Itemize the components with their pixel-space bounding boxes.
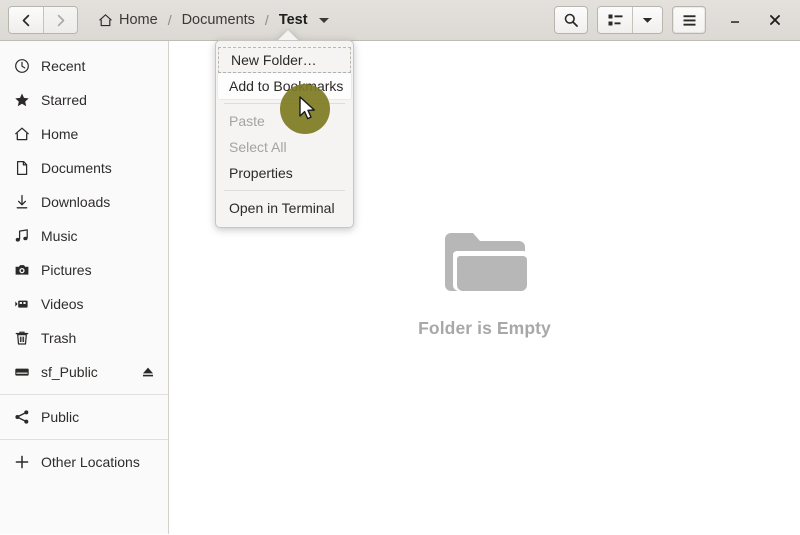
breadcrumb-dropdown-caret-icon[interactable] bbox=[318, 17, 329, 23]
drive-icon bbox=[13, 364, 30, 381]
context-menu-body: New Folder… Add to Bookmarks Paste Selec… bbox=[215, 40, 354, 228]
header-right-group bbox=[554, 6, 792, 34]
search-button[interactable] bbox=[554, 6, 588, 34]
minimize-button[interactable] bbox=[718, 6, 752, 34]
home-icon bbox=[13, 126, 30, 143]
breadcrumb-separator: / bbox=[264, 12, 269, 28]
view-button-group bbox=[597, 6, 663, 34]
sidebar-item-public[interactable]: Public bbox=[0, 400, 168, 434]
download-icon bbox=[13, 194, 30, 211]
sidebar-item-music[interactable]: Music bbox=[0, 219, 168, 253]
navigation-button-group bbox=[8, 6, 78, 34]
sidebar-item-recent[interactable]: Recent bbox=[0, 49, 168, 83]
forward-button[interactable] bbox=[43, 7, 77, 33]
sidebar-item-label: Recent bbox=[41, 58, 86, 74]
sidebar-item-trash[interactable]: Trash bbox=[0, 321, 168, 355]
breadcrumb-label: Documents bbox=[181, 12, 255, 28]
eject-icon[interactable] bbox=[140, 364, 156, 380]
menu-item-paste[interactable]: Paste bbox=[216, 108, 353, 134]
folder-icon bbox=[444, 233, 527, 291]
sidebar-item-label: Pictures bbox=[41, 262, 92, 278]
sidebar-item-downloads[interactable]: Downloads bbox=[0, 185, 168, 219]
popup-arrow bbox=[278, 30, 298, 40]
window-body: Recent Starred Home Documents Downloads … bbox=[0, 29, 800, 535]
share-icon bbox=[13, 409, 30, 426]
header-bar: Home / Documents / Test bbox=[0, 0, 800, 41]
sidebar-item-label: Public bbox=[41, 409, 80, 425]
menu-item-open-in-terminal[interactable]: Open in Terminal bbox=[216, 195, 353, 221]
sidebar-item-home[interactable]: Home bbox=[0, 117, 168, 151]
file-manager-window: Home / Documents / Test Recent Starred H… bbox=[0, 0, 800, 535]
breadcrumb-item-home[interactable]: Home bbox=[94, 9, 162, 31]
list-view-icon bbox=[608, 14, 622, 25]
home-icon bbox=[99, 13, 112, 26]
hamburger-menu-icon bbox=[683, 14, 695, 26]
empty-folder-placeholder: Folder is Empty bbox=[418, 229, 551, 339]
trash-icon bbox=[13, 330, 30, 347]
back-button[interactable] bbox=[9, 7, 43, 33]
music-icon bbox=[13, 228, 30, 245]
sidebar-item-label: Documents bbox=[41, 160, 112, 176]
sidebar-item-sf_public[interactable]: sf_Public bbox=[0, 355, 168, 389]
close-button[interactable] bbox=[758, 6, 792, 34]
main-menu-button[interactable] bbox=[672, 6, 706, 34]
sidebar-item-pictures[interactable]: Pictures bbox=[0, 253, 168, 287]
document-icon bbox=[13, 160, 30, 177]
breadcrumb: Home / Documents / Test bbox=[94, 9, 329, 31]
search-icon bbox=[564, 13, 578, 27]
breadcrumb-separator: / bbox=[167, 12, 172, 28]
close-icon bbox=[770, 15, 780, 25]
view-mode-button[interactable] bbox=[598, 7, 632, 33]
sidebar-item-label: sf_Public bbox=[41, 364, 98, 380]
sidebar-item-documents[interactable]: Documents bbox=[0, 151, 168, 185]
menu-separator bbox=[224, 190, 345, 191]
empty-folder-label: Folder is Empty bbox=[418, 318, 551, 338]
sidebar-item-videos[interactable]: Videos bbox=[0, 287, 168, 321]
breadcrumb-label: Test bbox=[278, 12, 308, 28]
star-icon bbox=[13, 92, 30, 109]
sidebar-item-label: Trash bbox=[41, 330, 77, 346]
camera-icon bbox=[13, 262, 30, 279]
chevron-down-icon bbox=[642, 17, 653, 23]
clock-icon bbox=[13, 58, 30, 75]
sidebar-item-starred[interactable]: Starred bbox=[0, 83, 168, 117]
menu-item-properties[interactable]: Properties bbox=[216, 160, 353, 186]
view-menu-button[interactable] bbox=[632, 7, 662, 33]
sidebar-item-label: Videos bbox=[41, 296, 84, 312]
minimize-icon bbox=[731, 21, 739, 23]
chevron-left-icon bbox=[22, 14, 29, 26]
menu-item-add-to-bookmarks[interactable]: Add to Bookmarks bbox=[218, 73, 351, 99]
sidebar: Recent Starred Home Documents Downloads … bbox=[0, 41, 169, 535]
sidebar-separator bbox=[0, 394, 168, 395]
breadcrumb-item-test[interactable]: Test bbox=[275, 9, 312, 31]
sidebar-separator bbox=[0, 439, 168, 440]
breadcrumb-label: Home bbox=[119, 12, 158, 28]
menu-item-new-folder[interactable]: New Folder… bbox=[218, 47, 351, 73]
menu-separator bbox=[224, 103, 345, 104]
sidebar-item-label: Music bbox=[41, 228, 78, 244]
sidebar-item-label: Downloads bbox=[41, 194, 111, 210]
sidebar-item-label: Other Locations bbox=[41, 454, 140, 470]
chevron-right-icon bbox=[57, 14, 65, 26]
plus-icon bbox=[13, 454, 30, 471]
sidebar-item-other-locations[interactable]: Other Locations bbox=[0, 445, 168, 479]
sidebar-item-label: Home bbox=[41, 126, 79, 142]
breadcrumb-item-documents[interactable]: Documents bbox=[178, 9, 259, 31]
video-icon bbox=[13, 296, 30, 313]
sidebar-item-label: Starred bbox=[41, 92, 87, 108]
menu-item-select-all[interactable]: Select All bbox=[216, 134, 353, 160]
